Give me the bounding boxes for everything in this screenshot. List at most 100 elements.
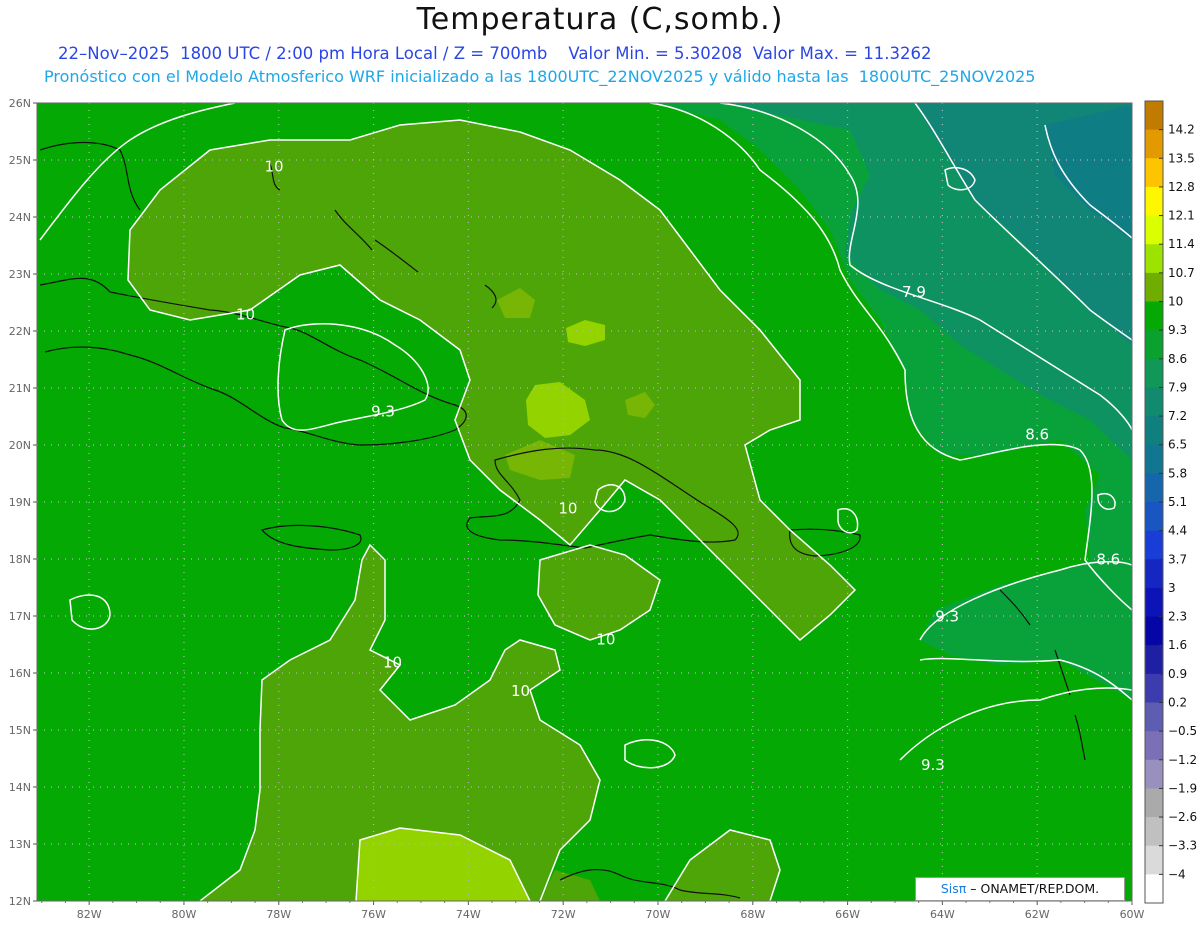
contour-value-label: 10 xyxy=(558,499,577,517)
colorbar-label: 1.6 xyxy=(1168,638,1187,652)
colorbar-swatch xyxy=(1145,845,1163,875)
colorbar-label: 10 xyxy=(1168,295,1183,309)
contour-value-label: 10 xyxy=(264,157,283,175)
colorbar-label: −0.5 xyxy=(1168,724,1197,738)
colorbar-swatch xyxy=(1145,645,1163,675)
colorbar-label: 13.5 xyxy=(1168,151,1195,165)
lat-label: 13N xyxy=(9,838,31,851)
lat-label: 20N xyxy=(9,439,31,452)
colorbar-label: 4.4 xyxy=(1168,524,1187,538)
colorbar: 14.2 13.5 12.8 12.1 11.4 10.7 10 9.3 8.6 7.9 7.2 6.… xyxy=(1144,100,1197,904)
lat-label: 23N xyxy=(9,268,31,281)
colorbar-label: 0.9 xyxy=(1168,667,1187,681)
colorbar-swatch xyxy=(1145,759,1163,789)
lon-label: 78W xyxy=(266,908,291,921)
colorbar-label: 10.7 xyxy=(1168,266,1195,280)
colorbar-swatch xyxy=(1145,215,1163,245)
colorbar-swatch xyxy=(1145,616,1163,646)
contour-value-label: 10 xyxy=(596,631,615,649)
colorbar-swatch xyxy=(1145,358,1163,388)
lat-label: 21N xyxy=(9,382,31,395)
colorbar-label: 11.4 xyxy=(1168,237,1195,251)
lon-label: 68W xyxy=(740,908,765,921)
contour-value-label: 10 xyxy=(511,682,530,700)
colorbar-swatch xyxy=(1145,673,1163,703)
colorbar-swatch xyxy=(1145,473,1163,503)
lon-label: 62W xyxy=(1025,908,1050,921)
lon-label: 80W xyxy=(172,908,197,921)
map-plot-area: 10 10 9.3 7.9 8.6 10 8.6 9.3 10 10 10 9.3 xyxy=(37,103,1132,901)
colorbar-swatch xyxy=(1145,416,1163,446)
colorbar-label: −2.6 xyxy=(1168,810,1197,824)
colorbar-swatch xyxy=(1145,330,1163,360)
colorbar-label: 5.1 xyxy=(1168,495,1187,509)
colorbar-label: 8.6 xyxy=(1168,352,1187,366)
colorbar-swatch xyxy=(1145,731,1163,761)
colorbar-swatch xyxy=(1145,158,1163,188)
lat-label: 12N xyxy=(9,895,31,908)
colorbar-swatch xyxy=(1145,502,1163,532)
lat-label: 14N xyxy=(9,781,31,794)
lon-label: 72W xyxy=(551,908,576,921)
colorbar-label: 12.1 xyxy=(1168,209,1195,223)
colorbar-swatch xyxy=(1145,244,1163,274)
temperature-map: 10 10 9.3 7.9 8.6 10 8.6 9.3 10 10 10 9.3 26N 25N 24N… xyxy=(9,97,1197,921)
colorbar-label: 12.8 xyxy=(1168,180,1195,194)
lon-label: 70W xyxy=(646,908,671,921)
colorbar-label: 7.2 xyxy=(1168,409,1187,423)
lat-label: 26N xyxy=(9,97,31,110)
colorbar-swatch xyxy=(1145,301,1163,331)
colorbar-label: 9.3 xyxy=(1168,323,1187,337)
colorbar-swatch xyxy=(1145,874,1163,904)
lat-label: 19N xyxy=(9,496,31,509)
colorbar-swatch xyxy=(1145,387,1163,417)
colorbar-swatch xyxy=(1145,788,1163,818)
lat-label: 15N xyxy=(9,724,31,737)
lon-label: 64W xyxy=(930,908,955,921)
colorbar-label: −3.3 xyxy=(1168,839,1197,853)
colorbar-swatch xyxy=(1145,444,1163,474)
contour-value-label: 8.6 xyxy=(1025,425,1049,443)
colorbar-label: 3 xyxy=(1168,581,1176,595)
contour-value-label: 9.3 xyxy=(371,403,395,421)
lon-label: 66W xyxy=(835,908,860,921)
colorbar-swatch xyxy=(1145,272,1163,302)
credit-brand: Sisπ xyxy=(940,881,967,896)
colorbar-swatch xyxy=(1145,587,1163,618)
contour-value-label: 10 xyxy=(383,653,402,671)
lon-label: 60W xyxy=(1120,908,1145,921)
colorbar-label: −1.9 xyxy=(1168,781,1197,795)
lat-label: 22N xyxy=(9,325,31,338)
contour-value-label: 9.3 xyxy=(921,756,945,774)
contour-value-label: 7.9 xyxy=(902,283,926,301)
lat-label: 24N xyxy=(9,211,31,224)
lat-label: 18N xyxy=(9,553,31,566)
colorbar-swatch xyxy=(1145,186,1163,217)
lon-label: 74W xyxy=(456,908,481,921)
lat-label: 25N xyxy=(9,154,31,167)
colorbar-label: −4 xyxy=(1168,867,1186,881)
colorbar-label: 2.3 xyxy=(1168,610,1187,624)
colorbar-swatch xyxy=(1145,817,1163,847)
lat-label: 17N xyxy=(9,610,31,623)
lat-label: 16N xyxy=(9,667,31,680)
colorbar-swatch xyxy=(1145,559,1163,589)
contour-value-label: 9.3 xyxy=(935,608,959,626)
colorbar-swatch xyxy=(1145,702,1163,732)
colorbar-label: −1.2 xyxy=(1168,753,1197,767)
colorbar-swatch xyxy=(1145,101,1163,131)
credit-box: Sisπ – ONAMET/REP.DOM. xyxy=(915,877,1125,901)
colorbar-label: 14.2 xyxy=(1168,123,1195,137)
contour-value-label: 10 xyxy=(236,306,255,324)
colorbar-label: 7.9 xyxy=(1168,380,1187,394)
lon-label: 82W xyxy=(77,908,102,921)
colorbar-label: 6.5 xyxy=(1168,438,1187,452)
colorbar-label: 3.7 xyxy=(1168,552,1187,566)
colorbar-swatch xyxy=(1145,129,1163,159)
colorbar-label: 5.8 xyxy=(1168,466,1187,480)
credit-org: – ONAMET/REP.DOM. xyxy=(966,881,1100,896)
contour-value-label: 8.6 xyxy=(1096,551,1120,569)
lon-label: 76W xyxy=(361,908,386,921)
colorbar-label: 0.2 xyxy=(1168,696,1187,710)
colorbar-swatch xyxy=(1145,530,1163,560)
